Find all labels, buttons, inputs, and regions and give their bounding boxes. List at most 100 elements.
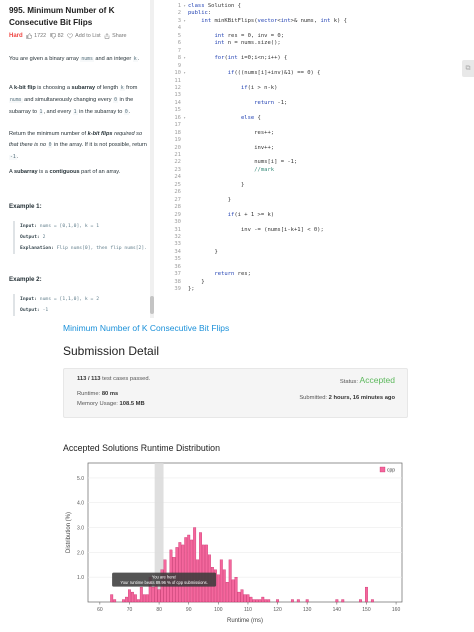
- x-tick-label: 100: [214, 607, 223, 613]
- x-tick-label: 90: [186, 607, 192, 613]
- memory-usage-text: Memory Usage: 108.5 MB: [77, 401, 145, 407]
- code-text: nums[i] = -1;: [188, 159, 298, 166]
- code-editor[interactable]: 1 ▾ class Solution {2 public: 3 ▾ int minKB…: [160, 2, 460, 294]
- submission-summary-box: 113 / 113 test cases passed. Runtime: 80…: [63, 368, 408, 418]
- code-text: }: [188, 278, 205, 285]
- description-scrollbar-thumb[interactable]: [150, 296, 154, 314]
- histogram-bar[interactable]: [199, 532, 202, 603]
- add-to-list-label: Add to List: [75, 33, 101, 39]
- description-scrollbar[interactable]: [150, 0, 154, 318]
- like-button[interactable]: 1722: [26, 33, 46, 39]
- submission-detail-heading: Submission Detail: [63, 344, 160, 358]
- histogram-bar[interactable]: [219, 559, 223, 603]
- code-line[interactable]: 39};: [160, 285, 460, 293]
- histogram-bar[interactable]: [305, 599, 309, 603]
- histogram-bar[interactable]: [264, 599, 268, 603]
- description-paragraph-1: You are given a binary array nums and an…: [9, 56, 140, 62]
- example-2-box: Input: nums = [1,1,0], k = 2 Output: -1: [13, 294, 147, 317]
- histogram-bar[interactable]: [240, 589, 244, 603]
- histogram-bar[interactable]: [154, 584, 158, 603]
- histogram-bar[interactable]: [246, 594, 250, 603]
- code-text: }: [188, 248, 218, 255]
- histogram-bar[interactable]: [184, 537, 188, 603]
- problem-meta-row: Hard 1722 82 Add to List Share: [9, 33, 150, 39]
- histogram-bar[interactable]: [370, 599, 374, 603]
- histogram-bar[interactable]: [359, 599, 362, 603]
- example-1-box: Input: nums = [0,1,0], k = 1 Output: 2 E…: [13, 221, 147, 255]
- code-text: };: [188, 286, 195, 293]
- histogram-bar[interactable]: [231, 579, 235, 603]
- legend-swatch: [379, 466, 386, 473]
- runtime-text: Runtime: 80 ms: [77, 391, 119, 397]
- description-paragraph-2: A k-bit flip is choosing a subarray of l…: [9, 85, 138, 115]
- histogram-bar[interactable]: [151, 586, 155, 603]
- share-label: Share: [112, 33, 127, 39]
- histogram-bar[interactable]: [261, 596, 265, 603]
- y-tick-label: 1.0: [77, 575, 84, 581]
- code-text: int res = 0, inv = 0;: [214, 32, 285, 39]
- histogram-bar[interactable]: [145, 594, 149, 603]
- problem-title: 995. Minimum Number of K Consecutive Bit…: [9, 6, 115, 27]
- tests-passed-text: 113 / 113 test cases passed.: [77, 376, 151, 382]
- status-text: Status: Accepted: [339, 375, 395, 385]
- x-axis-label: Runtime (ms): [227, 618, 263, 624]
- histogram-bar[interactable]: [133, 594, 137, 603]
- code-text: inv -= (nums[i-k+1] < 0);: [188, 226, 324, 233]
- histogram-bar[interactable]: [258, 599, 262, 603]
- histogram-bar[interactable]: [122, 599, 125, 603]
- add-to-list-button[interactable]: Add to List: [67, 33, 101, 39]
- runtime-distribution-chart[interactable]: 1.0 2.0 3.0 4.0 5.0 60 70 80 90 100 110 120 130 140 15…: [60, 460, 414, 628]
- like-count: 1722: [34, 33, 47, 39]
- code-text: if(i + 1 >= k): [227, 211, 275, 218]
- histogram-bar[interactable]: [113, 599, 117, 603]
- example-2-title: Example 2:: [9, 276, 42, 283]
- histogram-bar[interactable]: [110, 594, 114, 603]
- histogram-bar[interactable]: [296, 599, 300, 603]
- histogram-bar[interactable]: [225, 581, 229, 603]
- tooltip-text: Your runtime beats 89.96 % of cpp submis…: [120, 580, 207, 585]
- histogram-bar[interactable]: [142, 594, 146, 603]
- histogram-bar[interactable]: [243, 594, 247, 603]
- histogram-bar[interactable]: [222, 569, 226, 603]
- status-accepted-badge[interactable]: Accepted: [360, 375, 395, 385]
- thumbs-down-icon: [49, 33, 56, 39]
- histogram-bar[interactable]: [267, 599, 271, 603]
- x-tick-label: 150: [362, 607, 371, 613]
- dislike-button[interactable]: 82: [49, 33, 64, 39]
- histogram-bar[interactable]: [190, 539, 194, 603]
- x-tick-label: 70: [127, 607, 133, 613]
- histogram-bar[interactable]: [276, 599, 280, 603]
- histogram-bar[interactable]: [187, 534, 191, 603]
- histogram-bar[interactable]: [234, 577, 238, 603]
- histogram-bar[interactable]: [228, 559, 232, 603]
- histogram-bar[interactable]: [249, 596, 253, 603]
- histogram-bar[interactable]: [139, 586, 143, 603]
- tooltip-title: You are here!: [152, 575, 176, 580]
- histogram-bar[interactable]: [131, 591, 134, 603]
- histogram-bar[interactable]: [237, 591, 241, 603]
- y-tick-label: 3.0: [77, 526, 84, 532]
- histogram-bar[interactable]: [193, 527, 197, 603]
- histogram-bar[interactable]: [365, 586, 368, 603]
- example-1-title: Example 1:: [9, 203, 42, 210]
- histogram-bar[interactable]: [216, 574, 220, 603]
- histogram-bar[interactable]: [335, 599, 339, 603]
- editor-side-toggle[interactable]: ⧉: [462, 60, 474, 77]
- histogram-bar[interactable]: [252, 599, 256, 603]
- code-text: else {: [240, 114, 261, 121]
- line-number: 39: [174, 286, 181, 293]
- x-tick-label: 130: [303, 607, 312, 613]
- x-tick-label: 110: [244, 607, 252, 613]
- heart-icon: [67, 33, 74, 39]
- histogram-bar[interactable]: [290, 599, 294, 603]
- histogram-bar[interactable]: [136, 599, 140, 603]
- histogram-bar[interactable]: [157, 589, 161, 603]
- histogram-bar[interactable]: [125, 596, 128, 603]
- histogram-bar[interactable]: [128, 589, 131, 603]
- problem-link[interactable]: Minimum Number of K Consecutive Bit Flip…: [63, 323, 229, 333]
- histogram-bar[interactable]: [341, 599, 345, 603]
- share-button[interactable]: Share: [104, 33, 127, 39]
- histogram-bar[interactable]: [255, 599, 259, 603]
- x-tick-label: 160: [392, 607, 401, 613]
- histogram-bar[interactable]: [178, 542, 182, 603]
